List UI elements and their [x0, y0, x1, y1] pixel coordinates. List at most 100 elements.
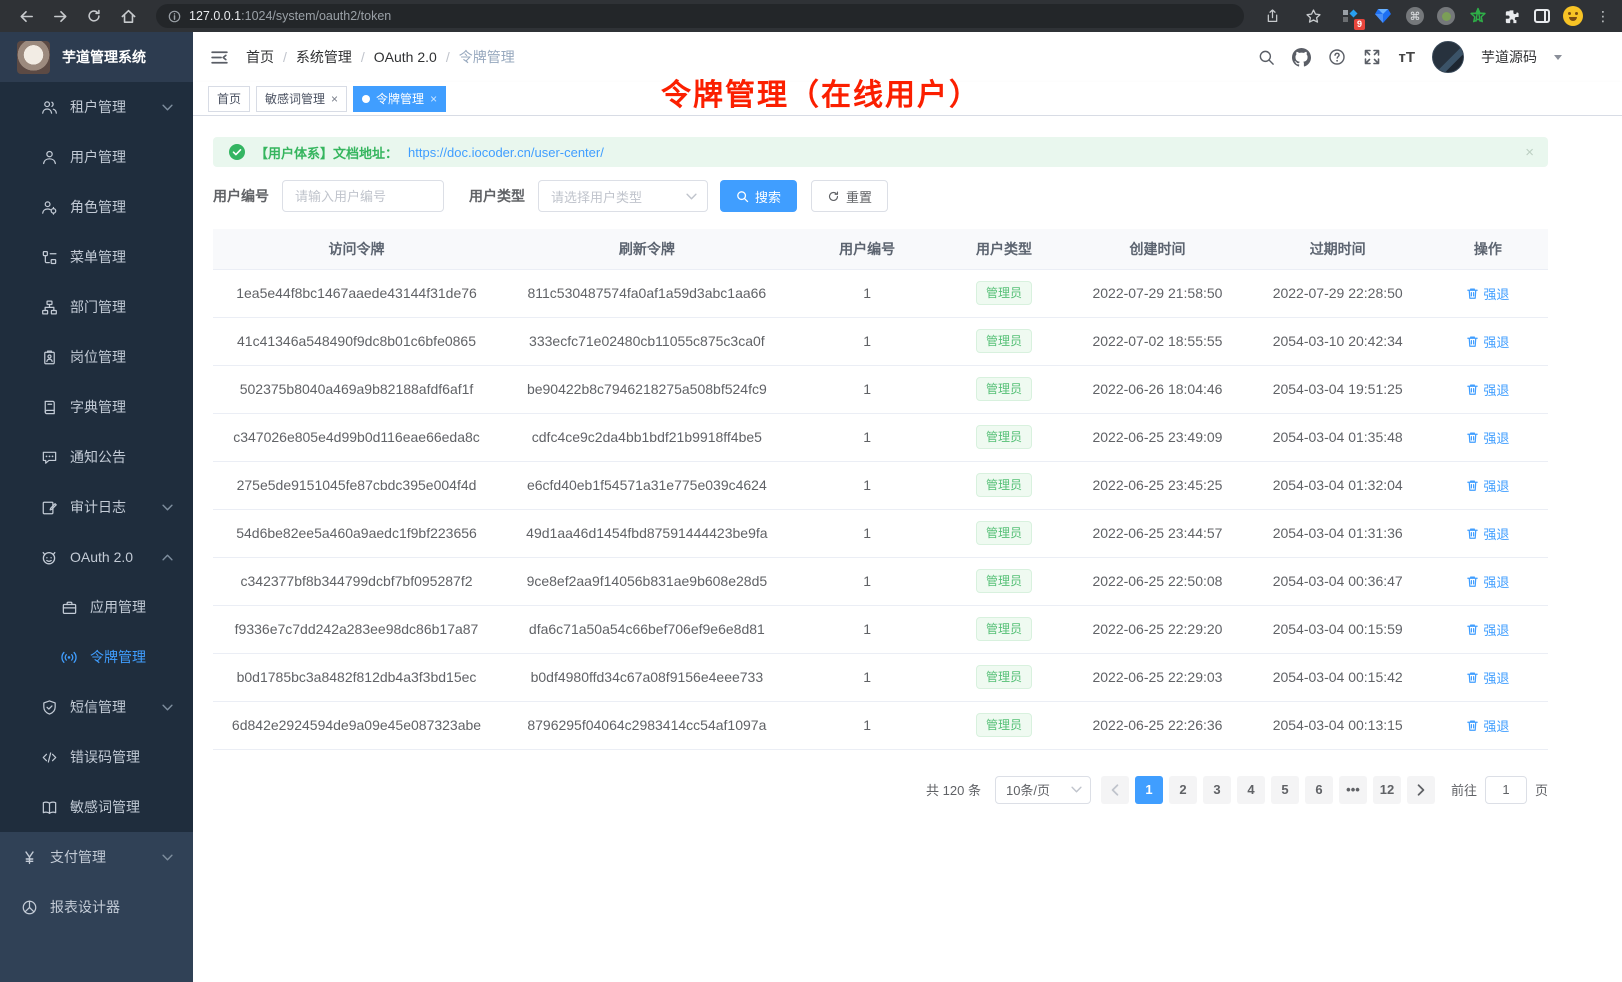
alert-close-icon[interactable]: ×	[1525, 145, 1534, 160]
extension-dot-icon[interactable]	[1437, 7, 1455, 25]
sidebar-item-post[interactable]: 岗位管理	[0, 332, 193, 382]
tab-close-icon[interactable]: ×	[331, 93, 338, 105]
force-logout-label: 强退	[1483, 716, 1509, 735]
user-id-input[interactable]	[282, 180, 444, 212]
table-row: 41c41346a548490f9dc8b01c6bfe0865333ecfc7…	[213, 317, 1548, 365]
force-logout-button[interactable]: 强退	[1466, 524, 1509, 543]
share-icon[interactable]	[1258, 4, 1286, 28]
sidebar-item-sms[interactable]: 短信管理	[0, 682, 193, 732]
force-logout-button[interactable]: 强退	[1466, 476, 1509, 495]
address-bar[interactable]: 127.0.0.1:1024/system/oauth2/token	[156, 4, 1244, 28]
user-type-cell: 管理员	[941, 461, 1068, 509]
extension-star-icon[interactable]	[1468, 6, 1488, 26]
page-ellipsis-button[interactable]: •••	[1339, 776, 1367, 804]
force-logout-button[interactable]: 强退	[1466, 380, 1509, 399]
action-cell: 强退	[1428, 557, 1548, 605]
created-at-cell: 2022-06-25 23:44:57	[1067, 509, 1247, 557]
page-button-12[interactable]: 12	[1373, 776, 1401, 804]
browser-toolbar-right: 9 ⌘ ⋮	[1258, 4, 1610, 28]
site-info-icon[interactable]	[168, 10, 181, 23]
force-logout-button[interactable]: 强退	[1466, 716, 1509, 735]
sidebar-item-audit[interactable]: 审计日志	[0, 482, 193, 532]
sidebar-item-tenant[interactable]: 租户管理	[0, 82, 193, 132]
force-logout-button[interactable]: 强退	[1466, 572, 1509, 591]
tab-label: 首页	[217, 90, 241, 107]
sidebar-item-sensitive[interactable]: 敏感词管理	[0, 782, 193, 832]
page-button-2[interactable]: 2	[1169, 776, 1197, 804]
sidebar-item-pay[interactable]: 支付管理	[0, 832, 193, 882]
search-button[interactable]: 搜索	[720, 180, 797, 212]
extension-tabs-icon[interactable]: 9	[1340, 6, 1360, 26]
page-button-5[interactable]: 5	[1271, 776, 1299, 804]
side-panel-icon[interactable]	[1534, 9, 1550, 23]
bookmark-star-icon[interactable]	[1299, 4, 1327, 28]
breadcrumb-item[interactable]: 首页	[246, 47, 274, 67]
browser-home-icon[interactable]	[114, 4, 142, 28]
force-logout-button[interactable]: 强退	[1466, 668, 1509, 687]
force-logout-button[interactable]: 强退	[1466, 284, 1509, 303]
force-logout-button[interactable]: 强退	[1466, 332, 1509, 351]
alert-doc-link[interactable]: https://doc.iocoder.cn/user-center/	[408, 145, 604, 160]
refresh-token-cell: e6cfd40eb1f54571a31e775e039c4624	[500, 461, 794, 509]
goto-page-input[interactable]	[1485, 776, 1527, 804]
user-id-cell: 1	[794, 653, 941, 701]
sidebar-item-token[interactable]: 令牌管理	[0, 632, 193, 682]
tab-令牌管理[interactable]: 令牌管理×	[353, 86, 446, 112]
user-name[interactable]: 芋道源码	[1481, 47, 1537, 67]
tab-首页[interactable]: 首页	[208, 86, 250, 112]
sidebar-item-dept[interactable]: 部门管理	[0, 282, 193, 332]
browser-menu-icon[interactable]: ⋮	[1596, 8, 1610, 25]
help-icon[interactable]	[1328, 48, 1346, 66]
user-menu-caret-icon[interactable]	[1554, 55, 1562, 60]
page-button-4[interactable]: 4	[1237, 776, 1265, 804]
extension-cmd-icon[interactable]: ⌘	[1406, 7, 1424, 25]
user-avatar[interactable]	[1432, 41, 1464, 73]
sidebar-item-oauth[interactable]: OAuth 2.0	[0, 532, 193, 582]
browser-forward-icon[interactable]	[46, 4, 74, 28]
breadcrumb-item[interactable]: OAuth 2.0	[374, 49, 437, 65]
force-logout-button[interactable]: 强退	[1466, 620, 1509, 639]
profile-avatar-icon[interactable]	[1563, 6, 1583, 26]
reset-button[interactable]: 重置	[811, 180, 888, 212]
breadcrumb-item[interactable]: 系统管理	[296, 47, 352, 67]
user-id-cell: 1	[794, 605, 941, 653]
force-logout-label: 强退	[1483, 476, 1509, 495]
sidebar-item-role[interactable]: 角色管理	[0, 182, 193, 232]
sidebar-item-report[interactable]: 报表设计器	[0, 882, 193, 932]
action-cell: 强退	[1428, 269, 1548, 317]
sidebar-item-errorcode[interactable]: 错误码管理	[0, 732, 193, 782]
browser-reload-icon[interactable]	[80, 4, 108, 28]
trash-icon	[1466, 383, 1479, 396]
active-tab-dot	[362, 95, 370, 103]
sidebar-item-label: 审计日志	[70, 497, 126, 517]
sidebar-item-menu-tree[interactable]: 菜单管理	[0, 232, 193, 282]
next-page-button[interactable]	[1407, 776, 1435, 804]
sidebar-item-user[interactable]: 用户管理	[0, 132, 193, 182]
user-type-select[interactable]: 请选择用户类型	[538, 180, 708, 212]
page-button-6[interactable]: 6	[1305, 776, 1333, 804]
sidebar-item-dict[interactable]: 字典管理	[0, 382, 193, 432]
extension-gem-icon[interactable]	[1373, 6, 1393, 26]
notice-icon	[40, 448, 58, 466]
created-at-cell: 2022-07-02 18:55:55	[1067, 317, 1247, 365]
app-logo-row[interactable]: 芋道管理系统	[0, 32, 193, 82]
tab-close-icon[interactable]: ×	[430, 93, 437, 105]
extension-puzzle-icon[interactable]	[1501, 6, 1521, 26]
prev-page-button[interactable]	[1101, 776, 1129, 804]
sidebar-item-notice[interactable]: 通知公告	[0, 432, 193, 482]
fullscreen-icon[interactable]	[1363, 48, 1381, 66]
sidebar-item-label: 菜单管理	[70, 247, 126, 267]
page-size-select[interactable]: 10条/页	[995, 776, 1091, 804]
font-size-icon[interactable]: тT	[1398, 49, 1415, 66]
page-button-1[interactable]: 1	[1135, 776, 1163, 804]
tab-敏感词管理[interactable]: 敏感词管理×	[256, 86, 347, 112]
page-button-3[interactable]: 3	[1203, 776, 1231, 804]
url-text: 127.0.0.1:1024/system/oauth2/token	[189, 9, 391, 23]
breadcrumb: 首页/系统管理/OAuth 2.0/令牌管理	[246, 47, 515, 67]
github-icon[interactable]	[1292, 48, 1311, 67]
force-logout-button[interactable]: 强退	[1466, 428, 1509, 447]
sidebar-collapse-icon[interactable]	[208, 46, 230, 68]
search-icon[interactable]	[1258, 49, 1275, 66]
browser-back-icon[interactable]	[12, 4, 40, 28]
sidebar-item-app[interactable]: 应用管理	[0, 582, 193, 632]
